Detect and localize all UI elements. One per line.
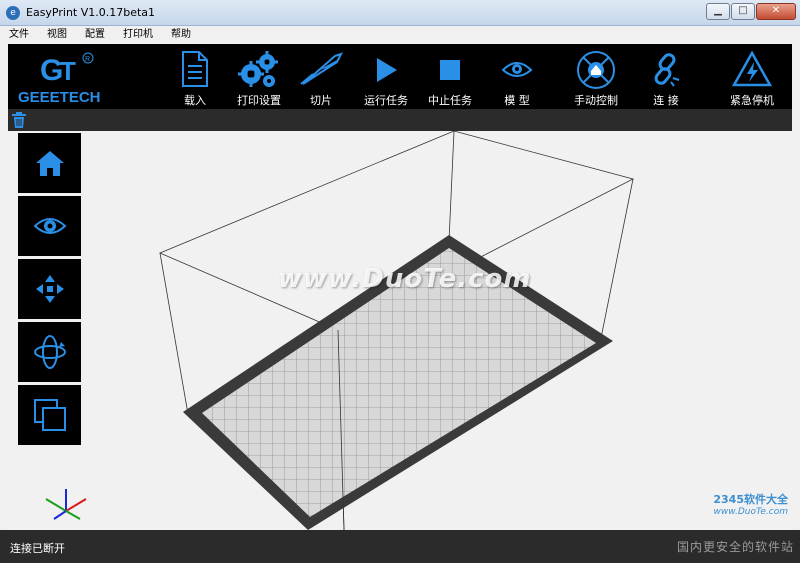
run-task-label: 运行任务 — [364, 94, 408, 107]
view-tools — [18, 133, 81, 448]
app-icon: e — [6, 6, 20, 20]
rotate-button[interactable] — [18, 322, 81, 382]
model-button[interactable]: 模 型 — [492, 44, 542, 109]
3d-viewport[interactable]: www.DuoTe.com 2345软件大全 www.DuoTe.com — [8, 131, 792, 530]
home-view-button[interactable] — [18, 133, 81, 193]
minimize-icon: ▁ — [714, 5, 722, 16]
svg-text:R: R — [85, 56, 90, 63]
main-toolbar: G T R GEEETECH 载入 打印设置 切片 运行任务 中止任务 模 型 … — [8, 44, 792, 109]
geeetech-logo: G T R GEEETECH — [14, 50, 124, 106]
layers-icon — [33, 399, 66, 431]
watermark-duote: www.DuoTe.com — [278, 264, 532, 294]
menu-config[interactable]: 配置 — [76, 26, 114, 43]
minimize-button[interactable]: ▁ — [706, 3, 730, 20]
home-icon — [35, 151, 64, 176]
build-volume — [158, 131, 635, 530]
load-button[interactable]: 载入 — [168, 44, 222, 109]
play-icon — [377, 58, 397, 82]
menu-file[interactable]: 文件 — [0, 26, 38, 43]
view-toggle-button[interactable] — [18, 196, 81, 256]
maximize-icon: □ — [738, 5, 748, 16]
warning-triangle-icon — [731, 50, 773, 87]
run-task-button[interactable]: 运行任务 — [360, 44, 412, 109]
manual-control-button[interactable]: 手动控制 — [564, 44, 628, 109]
stop-task-label: 中止任务 — [428, 94, 472, 107]
menu-printer[interactable]: 打印机 — [114, 26, 162, 43]
connection-status: 连接已断开 — [10, 542, 65, 555]
layers-button[interactable] — [18, 385, 81, 445]
maximize-button[interactable]: □ — [731, 3, 755, 20]
document-icon — [182, 51, 208, 87]
slice-label: 切片 — [310, 94, 332, 107]
knife-icon — [300, 52, 343, 85]
move-arrows-icon — [35, 275, 64, 303]
close-button[interactable]: ✕ — [756, 3, 796, 20]
manual-control-label: 手动控制 — [574, 94, 618, 107]
eye-icon — [501, 62, 533, 77]
connect-button[interactable]: 连 接 — [642, 44, 690, 109]
eye-icon — [33, 218, 66, 234]
watermark-brand: 2345软件大全 — [713, 493, 788, 506]
title-bar: e EasyPrint V1.0.17beta1 ▁ □ ✕ — [0, 0, 800, 26]
svg-text:GEEETECH: GEEETECH — [18, 89, 101, 106]
watermark-url: www.DuoTe.com — [713, 507, 788, 517]
status-bar: 连接已断开 国内更安全的软件站 — [0, 530, 800, 563]
gears-icon — [238, 51, 278, 87]
delete-button[interactable] — [11, 111, 27, 132]
print-settings-button[interactable]: 打印设置 — [230, 44, 288, 109]
axis-indicator — [45, 489, 87, 520]
menu-help[interactable]: 帮助 — [162, 26, 200, 43]
emergency-stop-button[interactable]: 紧急停机 — [722, 44, 782, 109]
connect-label: 连 接 — [653, 94, 679, 107]
object-bar — [8, 109, 792, 131]
trash-icon — [12, 112, 26, 128]
rotate-icon — [33, 335, 66, 369]
model-label: 模 型 — [504, 94, 530, 107]
emergency-stop-label: 紧急停机 — [730, 94, 774, 107]
slice-button[interactable]: 切片 — [296, 44, 346, 109]
menu-bar: 文件 视图 配置 打印机 帮助 — [0, 26, 800, 43]
stop-icon — [440, 60, 460, 80]
window-title: EasyPrint V1.0.17beta1 — [26, 6, 156, 19]
stop-task-button[interactable]: 中止任务 — [424, 44, 476, 109]
watermark-slogan: 国内更安全的软件站 — [676, 540, 794, 554]
move-button[interactable] — [18, 259, 81, 319]
close-icon: ✕ — [771, 5, 781, 16]
chain-link-icon — [654, 53, 680, 87]
svg-text:T: T — [60, 56, 76, 86]
watermark-2345: 2345软件大全 www.DuoTe.com — [638, 491, 788, 527]
menu-view[interactable]: 视图 — [38, 26, 76, 43]
home-target-icon — [577, 51, 615, 89]
